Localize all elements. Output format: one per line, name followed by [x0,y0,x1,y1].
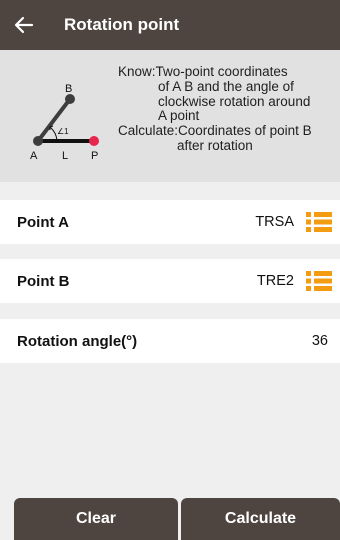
list-icon[interactable] [306,270,332,292]
desc-line: after rotation [177,137,253,153]
desc-line: of A B and the angle of [158,78,294,94]
point-b-label: Point B [17,272,70,290]
diagram-label-b: B [65,83,72,95]
rotation-angle-input[interactable]: 36 [312,333,328,349]
list-icon[interactable] [306,211,332,233]
page-title: Rotation point [64,15,180,34]
point-b-marker [65,94,75,104]
description-text: Know:Two-point coordinates of A B and th… [118,64,340,154]
diagram-label-a: A [30,150,38,162]
point-a-row[interactable]: Point A TRSA [0,200,340,244]
point-b-value: TRE2 [256,273,294,289]
back-button[interactable] [4,0,44,50]
point-b-row[interactable]: Point B TRE2 [0,259,340,303]
point-a-value: TRSA [255,214,294,230]
rotation-diagram: B A L P ∠1 [30,83,99,162]
point-p-marker [89,136,99,146]
desc-line: Know:Two-point coordinates [118,64,288,79]
calculate-button[interactable]: Calculate [181,498,340,540]
diagram-angle-label: ∠1 [57,127,69,136]
point-a-marker [33,136,43,146]
desc-line: clockwise rotation around [158,93,311,109]
desc-line: A point [158,108,200,124]
description-panel: B A L P ∠1 Know:Two-point coordinates of… [0,50,340,182]
diagram-label-l: L [62,150,68,162]
desc-line: Calculate:Coordinates of point B [118,123,312,139]
rotation-angle-row: Rotation angle(°) 36 [0,319,340,363]
clear-button[interactable]: Clear [14,498,178,540]
rotation-angle-label: Rotation angle(°) [17,332,138,350]
point-a-label: Point A [17,213,69,231]
app-header: Rotation point [0,0,340,50]
diagram-label-p: P [91,150,98,162]
arrow-left-icon [14,16,34,34]
